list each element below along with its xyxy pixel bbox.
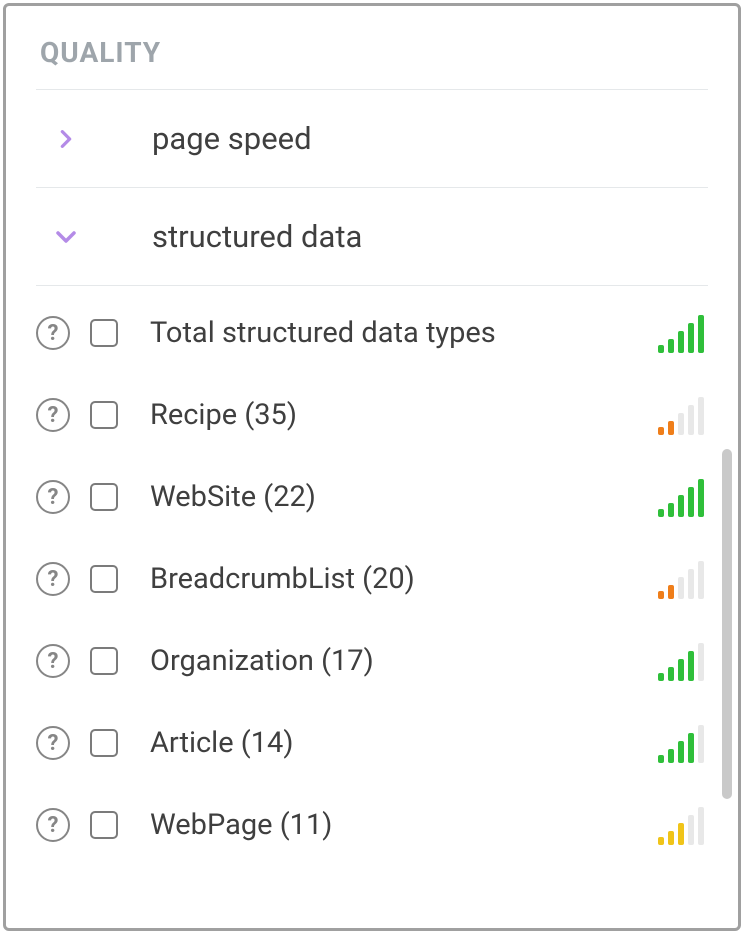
list-item: ? Recipe (35): [36, 374, 708, 456]
signal-icon: [658, 395, 704, 435]
group-structured-data[interactable]: structured data: [36, 188, 708, 285]
item-label: Recipe (35): [150, 398, 658, 432]
list-item: ? Total structured data types: [36, 292, 708, 374]
help-icon[interactable]: ?: [36, 562, 70, 596]
section-title: QUALITY: [40, 36, 708, 69]
scrollbar-track[interactable]: [718, 6, 736, 928]
signal-icon: [658, 313, 704, 353]
group-page-speed[interactable]: page speed: [36, 90, 708, 187]
item-label: Total structured data types: [150, 316, 658, 350]
signal-icon: [658, 477, 704, 517]
help-icon[interactable]: ?: [36, 644, 70, 678]
list-item: ? WebSite (22): [36, 456, 708, 538]
help-icon[interactable]: ?: [36, 808, 70, 842]
help-icon[interactable]: ?: [36, 398, 70, 432]
scrollbar-thumb[interactable]: [722, 449, 732, 799]
group-label-structured-data: structured data: [152, 218, 362, 255]
list-item: ? Organization (17): [36, 620, 708, 702]
checkbox[interactable]: [90, 565, 118, 593]
signal-icon: [658, 641, 704, 681]
checkbox[interactable]: [90, 401, 118, 429]
item-label: BreadcrumbList (20): [150, 562, 658, 596]
checkbox[interactable]: [90, 811, 118, 839]
help-icon[interactable]: ?: [36, 726, 70, 760]
checkbox[interactable]: [90, 483, 118, 511]
structured-data-items: ? Total structured data types? Recipe (35)…: [36, 286, 708, 866]
help-icon[interactable]: ?: [36, 316, 70, 350]
signal-icon: [658, 559, 704, 599]
list-item: ? BreadcrumbList (20): [36, 538, 708, 620]
chevron-right-icon: [52, 125, 80, 153]
group-label-page-speed: page speed: [152, 120, 312, 157]
signal-icon: [658, 723, 704, 763]
item-label: WebSite (22): [150, 480, 658, 514]
item-label: WebPage (11): [150, 808, 658, 842]
checkbox[interactable]: [90, 319, 118, 347]
item-label: Organization (17): [150, 644, 658, 678]
list-item: ? Article (14): [36, 702, 708, 784]
signal-icon: [658, 805, 704, 845]
chevron-down-icon: [52, 223, 80, 251]
list-item: ? WebPage (11): [36, 784, 708, 866]
quality-panel: QUALITY page speed structured data ? Tota…: [3, 3, 741, 931]
checkbox[interactable]: [90, 647, 118, 675]
checkbox[interactable]: [90, 729, 118, 757]
help-icon[interactable]: ?: [36, 480, 70, 514]
item-label: Article (14): [150, 726, 658, 760]
